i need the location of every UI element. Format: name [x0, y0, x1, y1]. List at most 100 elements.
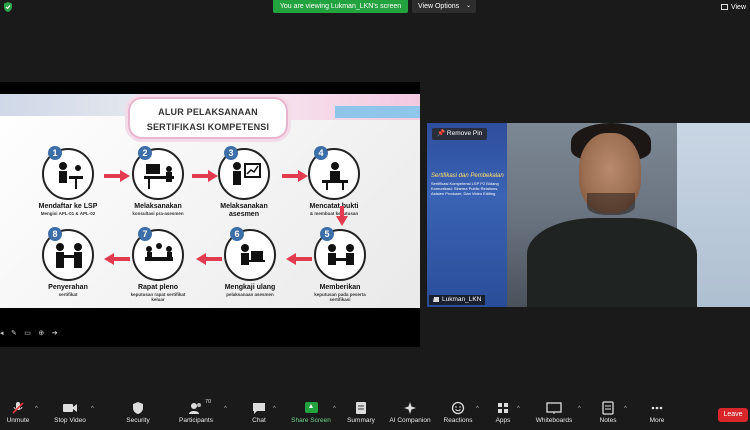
step-sub: konsultasi pra-asesmen — [132, 211, 184, 216]
ai-companion-button[interactable]: AI Companion — [386, 401, 434, 424]
apps-button[interactable]: Apps — [492, 401, 514, 424]
share-screen-icon — [304, 402, 318, 413]
step-sub: keputusan rapat sertifikat keluar — [130, 292, 186, 302]
security-button[interactable]: Security — [124, 401, 152, 424]
screen-share-banner: You are viewing Lukman_LKN's screen — [273, 0, 408, 13]
video-tile[interactable]: Sertifikasi dan Pembekalan Sertifikasi K… — [427, 123, 750, 307]
registration-desk-icon — [59, 162, 83, 189]
whiteboards-label: Whiteboards — [535, 417, 573, 424]
step-6: 6 Mengkaji ulang pelaksanaan asesmen — [216, 227, 284, 297]
meeting-icon — [145, 243, 173, 261]
consultation-icon — [144, 164, 174, 189]
pen-icon[interactable]: ✎ — [11, 329, 17, 337]
participant-name-tag: Lukman_LKN — [429, 295, 486, 305]
chevron-up-icon[interactable]: ^ — [517, 406, 520, 412]
arrow-right-icon — [192, 170, 218, 182]
search-icon[interactable]: ⊕ — [38, 329, 44, 337]
chevron-up-icon[interactable]: ^ — [224, 406, 227, 412]
step-8: 8 Penyerahan sertifikat — [34, 227, 102, 297]
step-label: Mengkaji ulang — [224, 284, 276, 291]
slide-tools: ◂ ✎ ▭ ⊕ ➔ — [0, 322, 61, 337]
step-label: Melaksanakan asesmen — [220, 203, 268, 218]
summary-button[interactable]: Summary — [344, 401, 378, 424]
more-dots-icon — [651, 406, 663, 410]
step-sub: Mengisi APL-01 & APL-02 — [40, 211, 96, 216]
slide-title-line1: ALUR PELAKSANAAN — [158, 107, 258, 117]
step-3: 3 Melaksanakan asesmen — [210, 146, 278, 219]
chat-button[interactable]: Chat — [248, 401, 270, 424]
poster-text: Sertifikasi Kompetensi LSP P2 Bidang Kom… — [431, 181, 499, 196]
security-label: Security — [126, 417, 150, 424]
chevron-up-icon[interactable]: ^ — [624, 406, 627, 412]
next-slide-icon[interactable]: ➔ — [52, 329, 58, 337]
slide-title-box: ALUR PELAKSANAAN SERTIFIKASI KOMPETENSI — [128, 97, 288, 139]
unmute-label: Unmute — [6, 417, 30, 424]
reactions-button[interactable]: Reactions — [442, 401, 474, 424]
arrow-left-icon — [196, 253, 222, 265]
step-7: 7 Rapat pleno keputusan rapat sertifikat… — [124, 227, 192, 302]
chevron-up-icon[interactable]: ^ — [333, 406, 336, 412]
more-button[interactable]: More — [646, 401, 668, 424]
arrow-right-icon — [104, 170, 130, 182]
person-beard — [587, 193, 635, 215]
chevron-up-icon[interactable]: ^ — [476, 406, 479, 412]
view-options-label: View Options — [418, 3, 460, 10]
step-label: Mencatat bukti — [309, 203, 359, 210]
whiteboard-icon — [546, 402, 562, 414]
chevron-down-icon: ⌄ — [465, 3, 471, 9]
step-5: 5 Memberikan keputusan pada peserta sert… — [306, 227, 374, 302]
review-laptop-icon — [241, 244, 265, 265]
prev-slide-icon[interactable]: ◂ — [0, 329, 4, 337]
step-label: Mendaftar ke LSP — [38, 203, 98, 210]
person-body — [527, 218, 697, 307]
security-shield-icon[interactable] — [2, 1, 14, 13]
poster-title: Sertifikasi dan Pembekalan — [431, 173, 504, 179]
step-sub: keputusan pada peserta sertifikasi — [314, 292, 366, 302]
step-1: 1 Mendaftar ke LSP Mengisi APL-01 & APL-… — [34, 146, 102, 216]
screen-icon[interactable]: ▭ — [24, 329, 31, 337]
ai-companion-label: AI Companion — [389, 417, 431, 424]
arrow-right-icon — [282, 170, 308, 182]
summary-label: Summary — [347, 417, 375, 424]
participants-count: 70 — [205, 399, 212, 405]
arrow-left-icon — [286, 253, 312, 265]
video-camera-icon — [63, 404, 77, 412]
step-label: Penyerahan — [48, 284, 88, 291]
notes-icon — [602, 401, 614, 415]
participant-name: Lukman_LKN — [442, 296, 482, 303]
unmute-button[interactable]: Unmute — [4, 401, 32, 424]
chevron-up-icon[interactable]: ^ — [91, 406, 94, 412]
stop-video-label: Stop Video — [54, 417, 86, 424]
smiley-icon — [451, 401, 465, 415]
participants-label: Participants — [179, 417, 213, 424]
stop-video-button[interactable]: Stop Video — [52, 401, 88, 424]
view-button[interactable]: View — [720, 4, 746, 11]
summary-document-icon — [356, 402, 366, 414]
slide-title-line2: SERTIFIKASI KOMPETENSI — [146, 122, 270, 132]
grid-icon — [720, 4, 728, 10]
step-sub: pelaksanaan asesmen — [226, 292, 274, 297]
chevron-up-icon[interactable]: ^ — [578, 406, 581, 412]
chevron-up-icon[interactable]: ^ — [35, 406, 38, 412]
step-sub: & membuat keputusan — [309, 211, 359, 216]
notes-button[interactable]: Notes — [596, 401, 620, 424]
leave-button[interactable]: Leave — [718, 408, 748, 422]
pin-icon: 📌 — [437, 130, 446, 137]
share-screen-label: Share Screen — [291, 417, 331, 424]
whiteboards-button[interactable]: Whiteboards — [532, 401, 576, 424]
arrow-left-icon — [104, 253, 130, 265]
view-label: View — [730, 4, 746, 11]
view-options-button[interactable]: View Options ⌄ — [412, 0, 476, 13]
muted-microphone-icon — [12, 402, 24, 414]
step-label: Memberikan — [319, 284, 361, 291]
step-4: 4 Mencatat bukti & membuat keputusan — [300, 146, 368, 216]
remove-pin-button[interactable]: 📌 Remove Pin — [432, 128, 488, 140]
more-label: More — [649, 417, 665, 424]
participants-button[interactable]: 70 Participants — [178, 399, 214, 424]
top-bar: You are viewing Lukman_LKN's screen View… — [0, 0, 750, 14]
notes-label: Notes — [599, 417, 617, 424]
arrow-down-icon — [336, 206, 348, 226]
chevron-up-icon[interactable]: ^ — [273, 406, 276, 412]
share-screen-button[interactable]: Share Screen — [290, 401, 332, 424]
step-label: Rapat pleno — [137, 284, 179, 291]
